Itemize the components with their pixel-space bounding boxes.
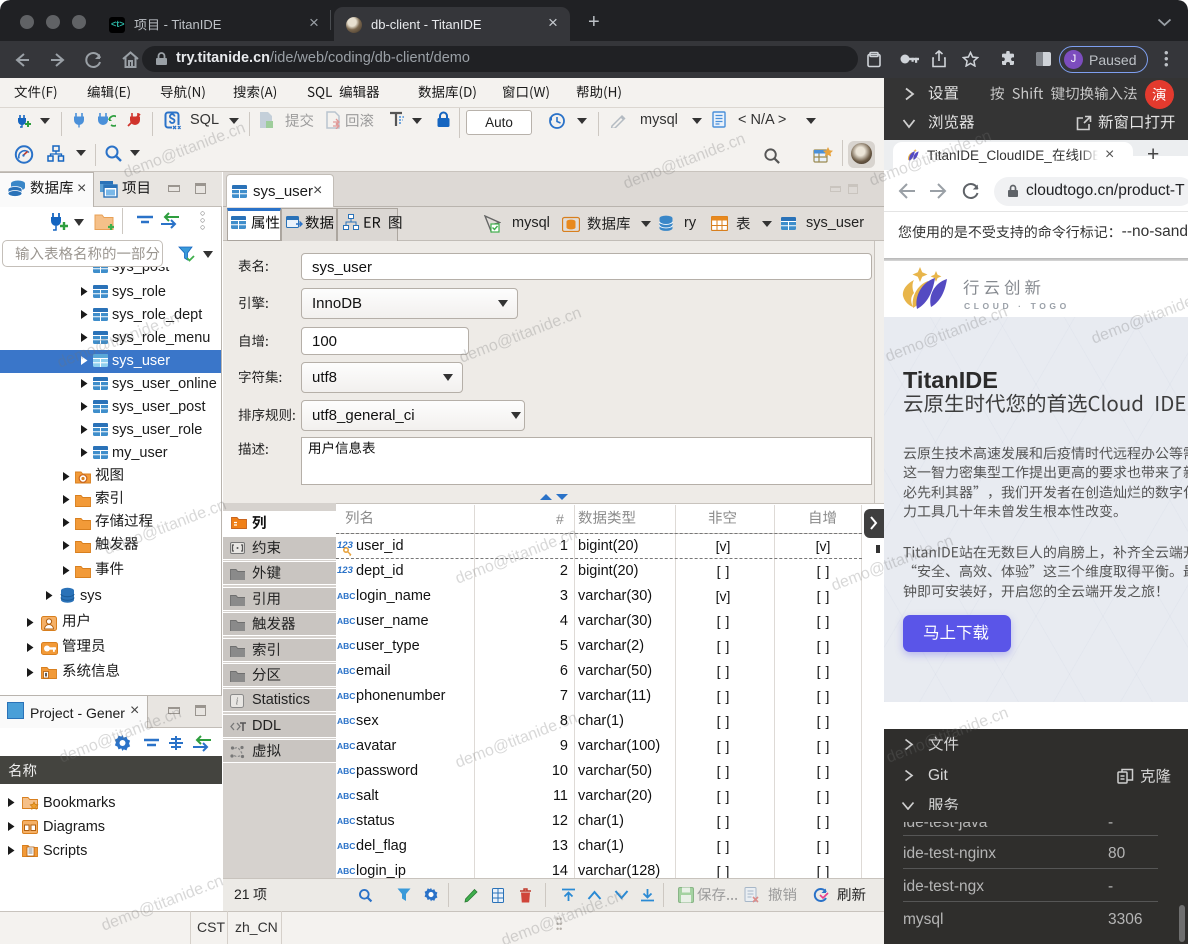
svg-text:i: i: [236, 697, 239, 708]
